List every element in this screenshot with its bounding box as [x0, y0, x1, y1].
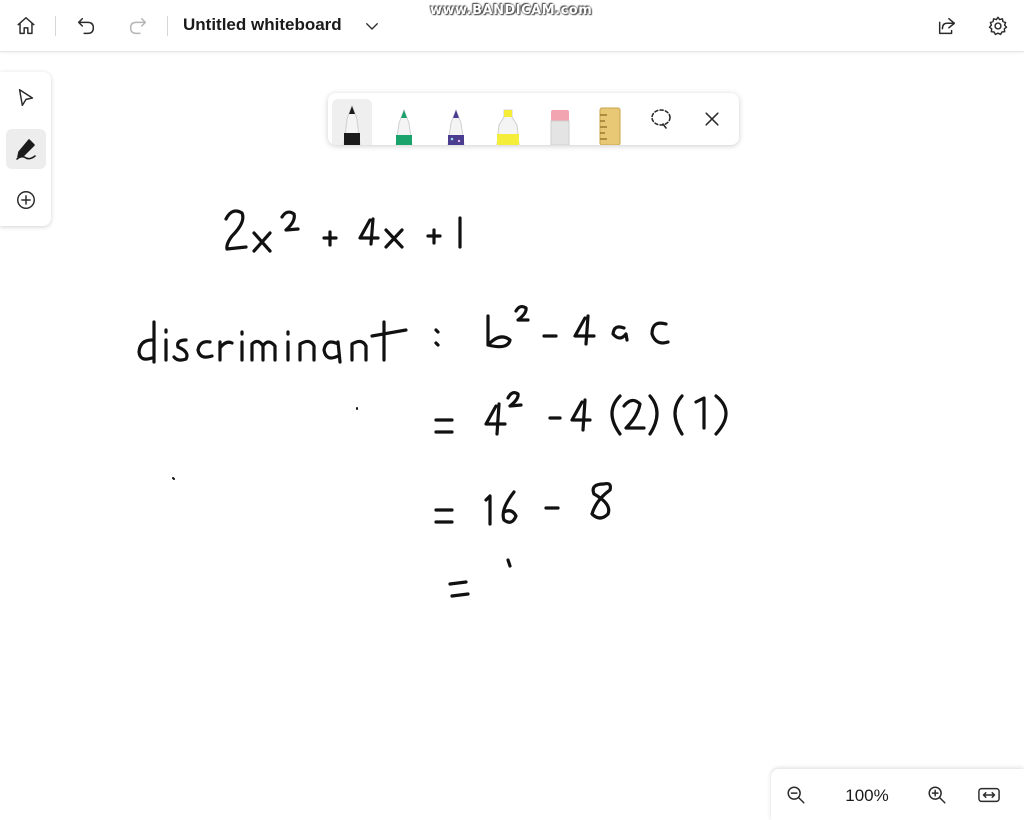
whiteboard-title[interactable]: Untitled whiteboard: [183, 15, 342, 35]
tool-rail: [0, 72, 51, 226]
black-pen[interactable]: [332, 99, 372, 145]
zoom-out-icon[interactable]: [782, 781, 810, 809]
yellow-highlighter[interactable]: [488, 99, 528, 145]
zoom-controls: 100%: [771, 769, 1024, 820]
ink-line-5: [448, 558, 512, 598]
redo-icon[interactable]: [122, 10, 154, 42]
plus-circle-icon[interactable]: [6, 180, 46, 220]
ink-line-1: [224, 209, 462, 253]
green-pen[interactable]: [384, 99, 424, 145]
pen-tray: [328, 93, 739, 145]
galaxy-pen[interactable]: [436, 99, 476, 145]
eraser[interactable]: [540, 99, 580, 145]
divider: [167, 16, 168, 36]
home-icon[interactable]: [10, 10, 42, 42]
fit-width-icon[interactable]: [975, 781, 1003, 809]
ink-line-4: [434, 482, 612, 526]
recording-watermark: www.BANDICAM.com: [430, 3, 593, 18]
ink-layer: [137, 209, 728, 598]
share-icon[interactable]: [931, 10, 963, 42]
divider: [55, 16, 56, 36]
lasso-select-icon[interactable]: [647, 105, 675, 133]
pointer-icon[interactable]: [6, 78, 46, 118]
top-bar: Untitled whiteboard www.BANDICAM.com: [0, 0, 1024, 52]
undo-icon[interactable]: [70, 10, 102, 42]
pen-icon[interactable]: [6, 129, 46, 169]
gear-icon[interactable]: [982, 10, 1014, 42]
ink-line-3: [434, 391, 728, 436]
ruler[interactable]: [590, 99, 630, 145]
ink-line-2: [137, 304, 670, 364]
whiteboard-canvas[interactable]: [0, 53, 1024, 820]
zoom-in-icon[interactable]: [923, 781, 951, 809]
chevron-down-icon[interactable]: [360, 12, 384, 40]
zoom-level[interactable]: 100%: [837, 786, 897, 806]
close-icon[interactable]: [698, 105, 726, 133]
